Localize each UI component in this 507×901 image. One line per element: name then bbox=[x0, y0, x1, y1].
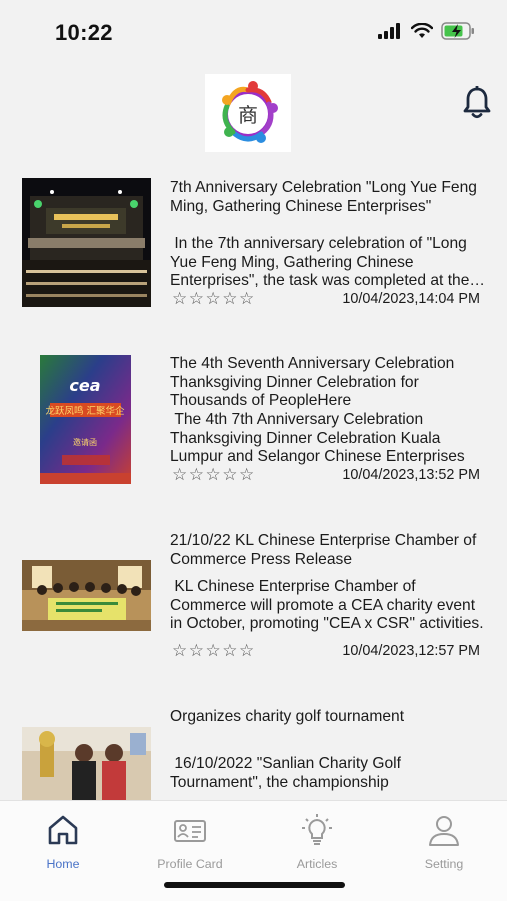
article-date: 10/04/2023,12:57 PM bbox=[342, 643, 480, 659]
app-header: 商 bbox=[0, 66, 507, 166]
article-thumbnail bbox=[22, 178, 151, 307]
article-description: 16/10/2022 "Sanlian Charity Golf Tournam… bbox=[170, 755, 405, 791]
article-card[interactable]: cea 龙跃凤鸣 汇聚华企 邀请函 The 4th Seventh Annive… bbox=[0, 329, 507, 506]
article-description: KL Chinese Enterprise Chamber of Commerc… bbox=[170, 578, 488, 634]
poster-brand: cea bbox=[69, 376, 100, 395]
battery-charging-icon bbox=[441, 22, 474, 40]
notification-button[interactable] bbox=[462, 85, 492, 120]
tab-setting-label: Setting bbox=[424, 857, 464, 871]
home-icon bbox=[48, 815, 78, 845]
article-card[interactable]: Organizes charity golf tournament 16/10/… bbox=[0, 681, 507, 800]
rating-stars[interactable]: ☆☆☆☆☆ bbox=[172, 465, 256, 485]
article-description: The 4th 7th Anniversary Celebration Than… bbox=[170, 411, 488, 467]
poster-headline: 龙跃凤鸣 汇聚华企 bbox=[45, 405, 125, 417]
article-description: In the 7th anniversary celebration of "L… bbox=[170, 235, 488, 291]
bell-icon bbox=[463, 85, 491, 119]
rating-stars[interactable]: ☆☆☆☆☆ bbox=[172, 641, 256, 661]
article-description-text: KL Chinese Enterprise Chamber of Commerc… bbox=[170, 578, 484, 633]
home-indicator bbox=[164, 882, 345, 888]
tab-articles-label: Articles bbox=[296, 857, 338, 871]
article-card[interactable]: 7th Anniversary Celebration "Long Yue Fe… bbox=[0, 155, 507, 330]
tab-articles[interactable]: Articles bbox=[262, 813, 372, 871]
article-list: 7th Anniversary Celebration "Long Yue Fe… bbox=[0, 155, 507, 800]
article-thumbnail: cea 龙跃凤鸣 汇聚华企 邀请函 bbox=[40, 355, 131, 484]
tab-home[interactable]: Home bbox=[8, 813, 118, 871]
status-icons bbox=[377, 22, 475, 40]
tab-setting[interactable]: Setting bbox=[389, 813, 499, 871]
article-thumbnail bbox=[22, 560, 151, 631]
lightbulb-icon bbox=[302, 814, 332, 845]
tab-home-label: Home bbox=[46, 857, 80, 871]
tab-profile-card[interactable]: Profile Card bbox=[135, 813, 245, 871]
article-card[interactable]: 21/10/22 KL Chinese Enterprise Chamber o… bbox=[0, 505, 507, 682]
tab-profile-card-label: Profile Card bbox=[157, 857, 223, 871]
article-title: 21/10/22 KL Chinese Enterprise Chamber o… bbox=[170, 532, 477, 568]
article-title: 7th Anniversary Celebration "Long Yue Fe… bbox=[170, 179, 477, 215]
status-time: 10:22 bbox=[55, 20, 113, 45]
article-thumbnail bbox=[22, 727, 151, 800]
poster-label: 邀请函 bbox=[73, 437, 97, 447]
article-description-text: The 4th 7th Anniversary Celebration Than… bbox=[170, 411, 465, 466]
article-title: The 4th Seventh Anniversary Celebration … bbox=[170, 355, 455, 410]
status-bar: 10:22 bbox=[0, 0, 507, 66]
logo-glyph: 商 bbox=[238, 103, 258, 127]
cellular-signal-icon bbox=[378, 23, 400, 39]
person-icon bbox=[429, 816, 459, 846]
id-card-icon bbox=[174, 820, 206, 842]
article-description-text: In the 7th anniversary celebration of "L… bbox=[170, 235, 470, 290]
rating-stars[interactable]: ☆☆☆☆☆ bbox=[172, 289, 256, 309]
wifi-icon bbox=[411, 23, 433, 38]
article-title: Organizes charity golf tournament bbox=[170, 708, 405, 725]
app-logo: 商 bbox=[205, 74, 291, 152]
article-date: 10/04/2023,14:04 PM bbox=[342, 291, 480, 307]
article-date: 10/04/2023,13:52 PM bbox=[342, 467, 480, 483]
